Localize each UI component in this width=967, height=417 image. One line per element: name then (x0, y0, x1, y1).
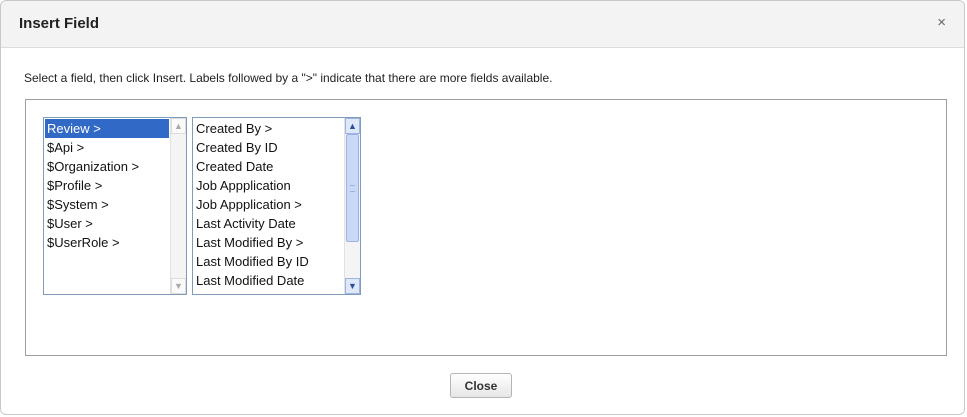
scroll-down-arrow-icon[interactable]: ▼ (171, 278, 186, 294)
list-item[interactable]: $User > (45, 214, 169, 233)
dialog-header: Insert Field × (1, 1, 964, 48)
object-list-scrollbar[interactable]: ▲ ▼ (170, 118, 186, 294)
insert-field-dialog: Insert Field × Select a field, then clic… (0, 0, 965, 415)
list-item[interactable]: Last Modified By > (194, 233, 343, 252)
scroll-up-arrow-icon[interactable]: ▲ (171, 118, 186, 134)
field-selection-panel: Review > $Api > $Organization > $Profile > $… (25, 99, 947, 356)
field-list-items: Created By > Created By ID Created Date Job… (194, 119, 343, 290)
grip-icon (350, 185, 355, 192)
list-item[interactable]: Job Appplication (194, 176, 343, 195)
list-item[interactable]: Created By > (194, 119, 343, 138)
list-item[interactable]: $System > (45, 195, 169, 214)
list-item[interactable]: Created Date (194, 157, 343, 176)
list-item[interactable]: Last Modified Date (194, 271, 343, 290)
object-listbox[interactable]: Review > $Api > $Organization > $Profile > $… (43, 117, 187, 295)
list-item[interactable]: $Profile > (45, 176, 169, 195)
instructions-text: Select a field, then click Insert. Label… (24, 71, 553, 85)
scroll-down-arrow-icon[interactable]: ▼ (345, 278, 360, 294)
scrollbar-thumb[interactable] (346, 134, 359, 242)
field-listbox[interactable]: Created By > Created By ID Created Date Job… (192, 117, 361, 295)
dialog-title: Insert Field (19, 15, 100, 32)
list-item[interactable]: Job Appplication > (194, 195, 343, 214)
list-item[interactable]: $UserRole > (45, 233, 169, 252)
list-item[interactable]: Last Activity Date (194, 214, 343, 233)
field-list-scrollbar[interactable]: ▲ ▼ (344, 118, 360, 294)
close-button[interactable]: Close (450, 373, 512, 398)
list-item[interactable]: Review > (45, 119, 169, 138)
list-item[interactable]: Created By ID (194, 138, 343, 157)
object-list-items: Review > $Api > $Organization > $Profile > $… (45, 119, 169, 252)
list-item[interactable]: $Organization > (45, 157, 169, 176)
list-item[interactable]: $Api > (45, 138, 169, 157)
list-item[interactable]: Last Modified By ID (194, 252, 343, 271)
scroll-up-arrow-icon[interactable]: ▲ (345, 118, 360, 134)
close-icon[interactable]: × (937, 15, 946, 31)
